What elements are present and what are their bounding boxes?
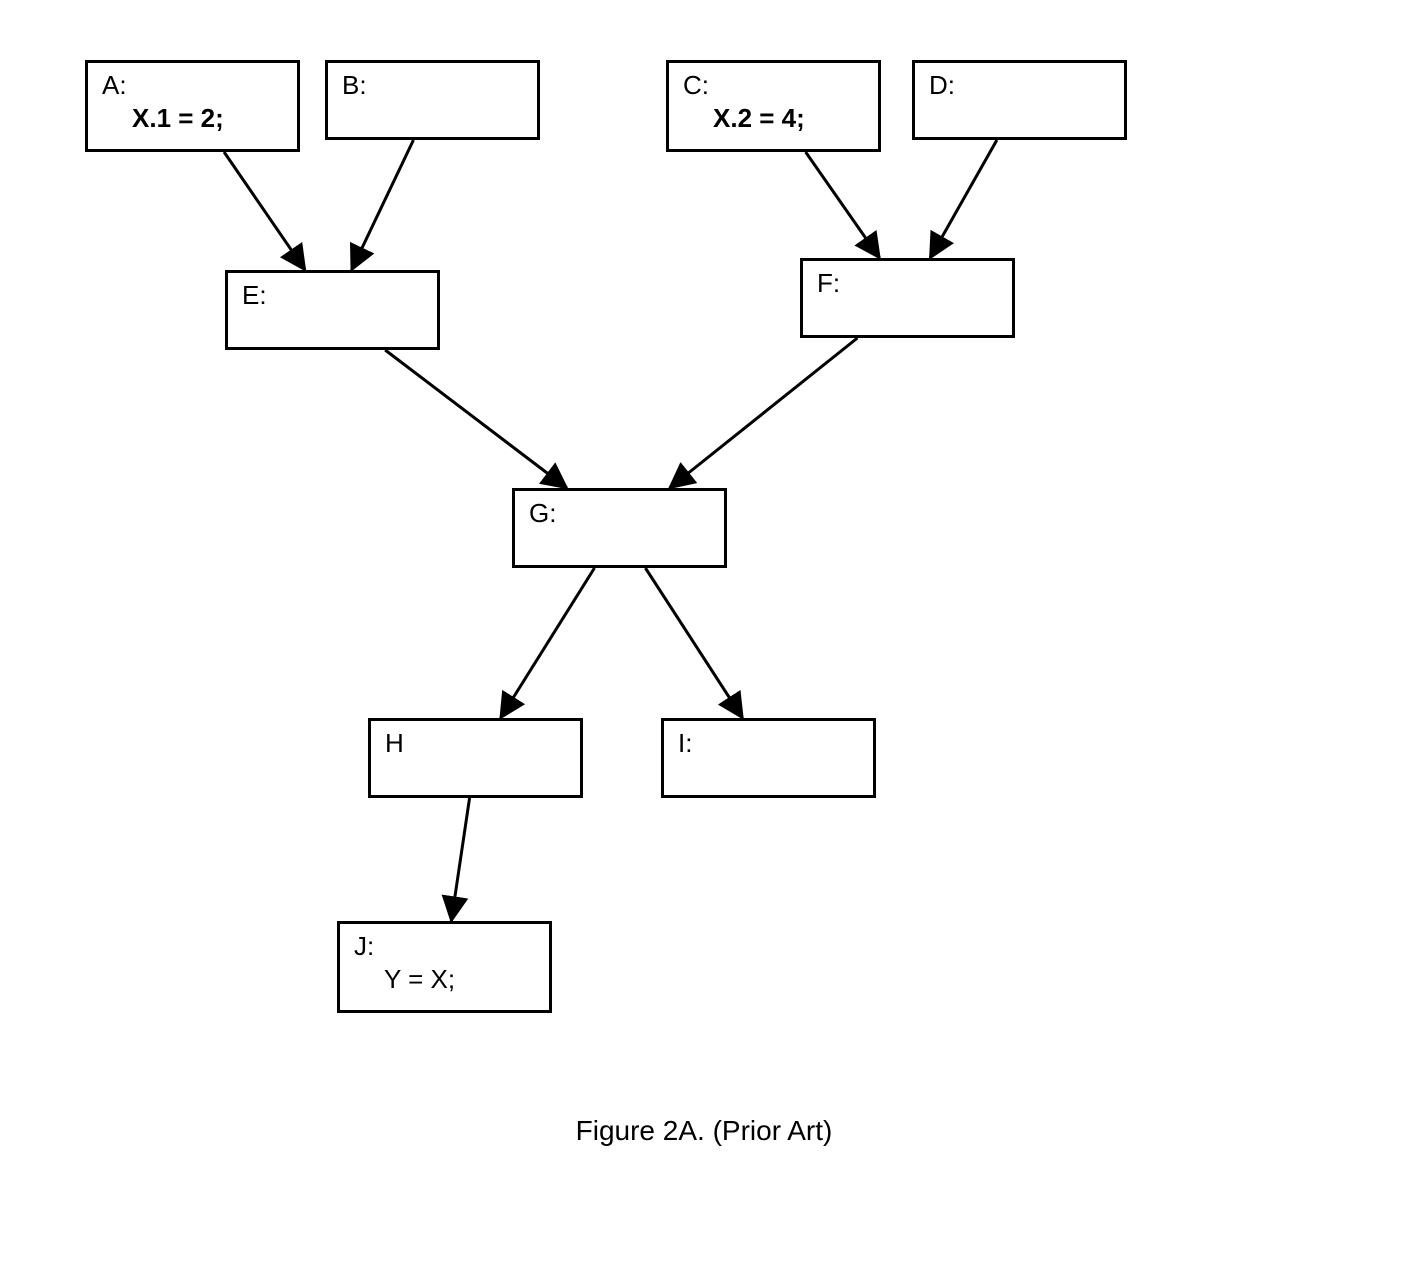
node-label: C: (683, 70, 709, 100)
node-body: X.1 = 2; (102, 102, 287, 135)
node-e: E: (225, 270, 440, 350)
node-label: F: (817, 268, 840, 298)
node-g: G: (512, 488, 727, 568)
edge-b-e (352, 140, 414, 270)
edge-f-g (670, 338, 858, 488)
edge-e-g (385, 350, 567, 488)
node-f: F: (800, 258, 1015, 338)
node-label: B: (342, 70, 367, 100)
node-label: D: (929, 70, 955, 100)
edge-c-f (806, 152, 880, 258)
edge-d-f (930, 140, 997, 258)
edge-g-i (645, 568, 742, 718)
node-label: G: (529, 498, 556, 528)
node-b: B: (325, 60, 540, 140)
node-j: J:Y = X; (337, 921, 552, 1013)
edge-a-e (224, 152, 305, 270)
figure-caption: Figure 2A. (Prior Art) (0, 1115, 1408, 1147)
node-a: A:X.1 = 2; (85, 60, 300, 152)
node-c: C:X.2 = 4; (666, 60, 881, 152)
node-label: A: (102, 70, 127, 100)
node-label: I: (678, 728, 692, 758)
node-label: J: (354, 931, 374, 961)
node-body: X.2 = 4; (683, 102, 868, 135)
node-body: Y = X; (354, 963, 539, 996)
edge-g-h (501, 568, 595, 718)
node-h: H (368, 718, 583, 798)
edge-h-j (451, 798, 469, 921)
diagram-stage: A:X.1 = 2; B: C:X.2 = 4; D: E: F: G: H I: J:Y = X… (0, 0, 1408, 1271)
node-label: H (385, 728, 404, 758)
edges-layer (0, 0, 1408, 1271)
node-label: E: (242, 280, 267, 310)
node-i: I: (661, 718, 876, 798)
node-d: D: (912, 60, 1127, 140)
